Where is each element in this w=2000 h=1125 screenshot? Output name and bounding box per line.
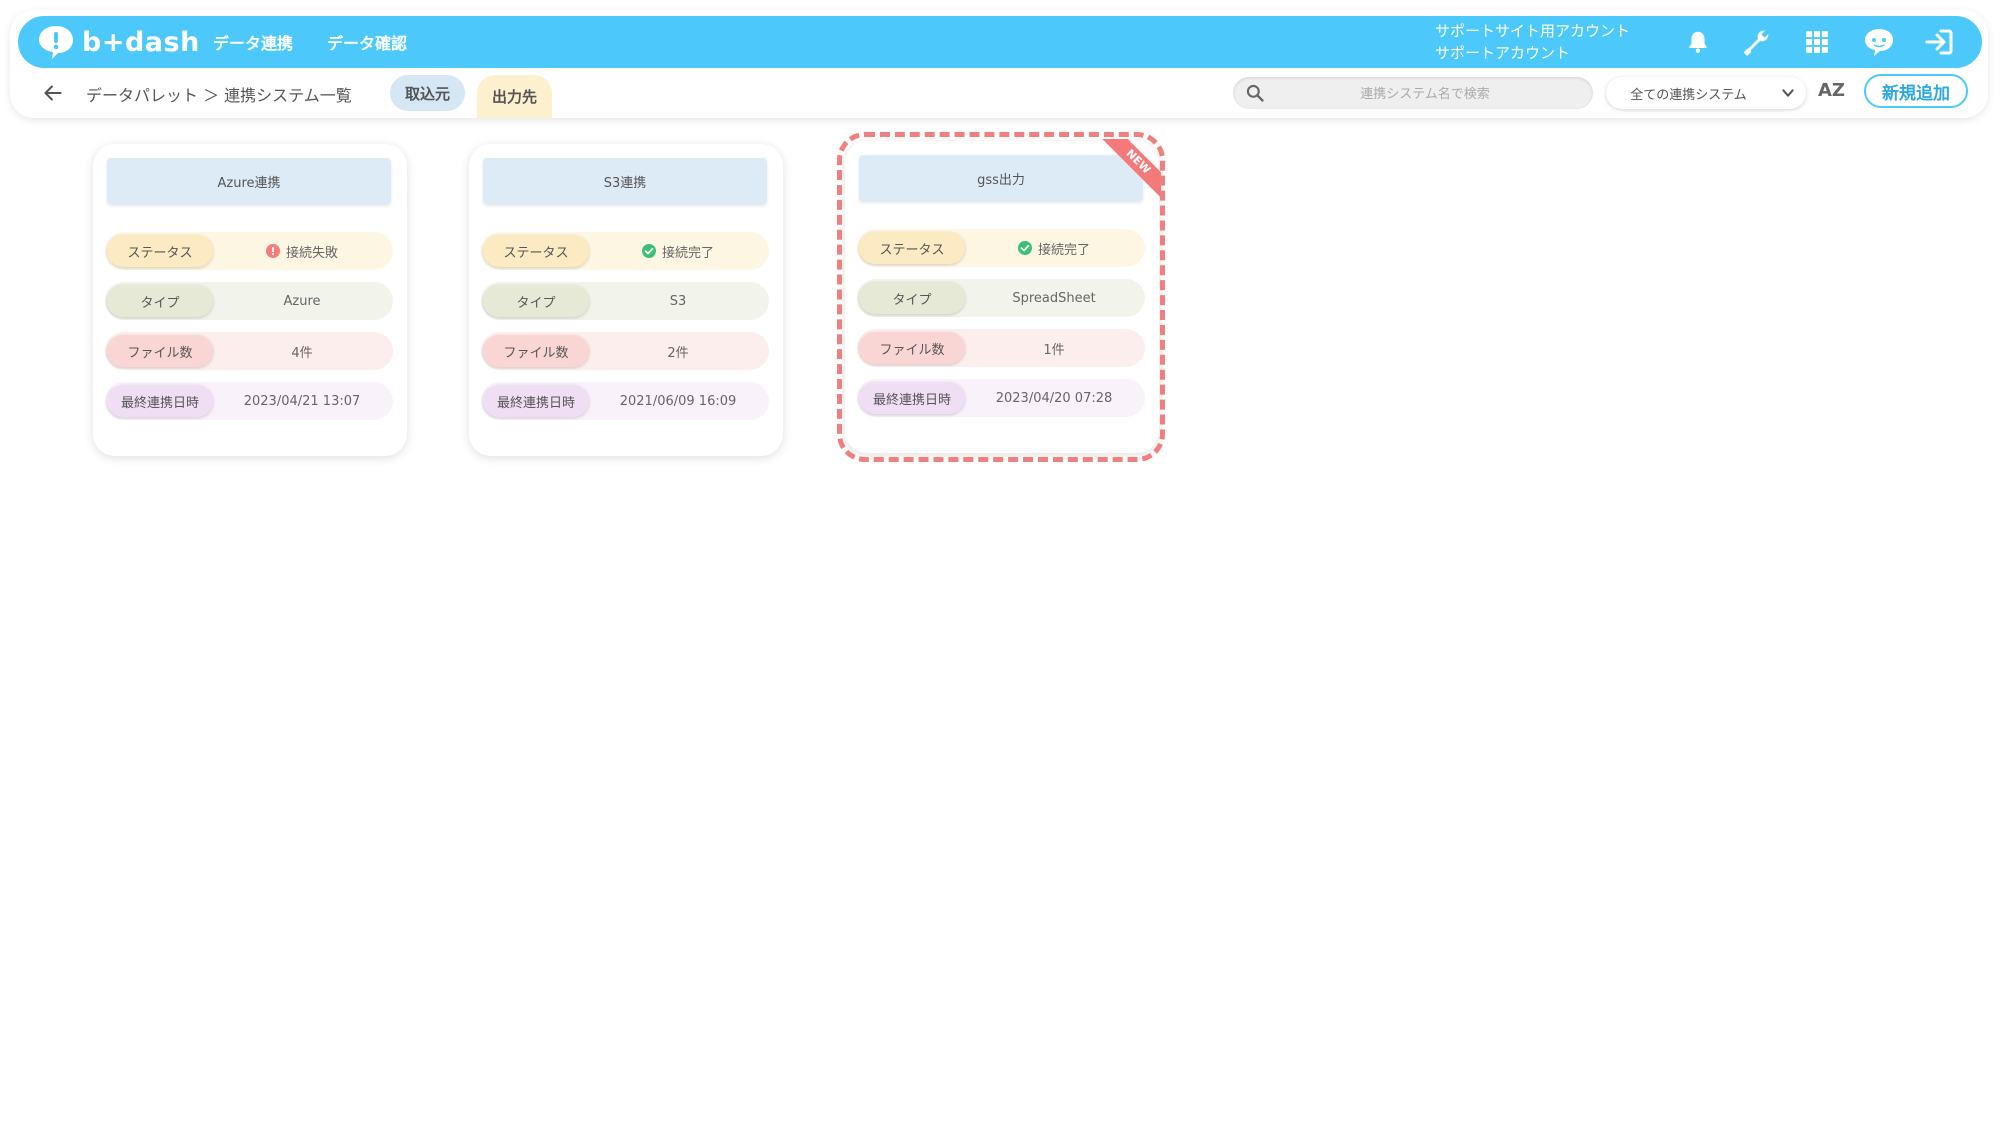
account-sub: サポートアカウント [1435,44,1571,62]
breadcrumb[interactable]: データパレット ＞ 連携システム一覧 [86,82,352,106]
type-row: タイプ S3 [481,282,769,320]
search-box [1233,77,1593,111]
account-info[interactable]: サポートサイト用アカウント サポートアカウント [1435,20,1630,64]
chat-bot-icon[interactable] [1861,24,1897,60]
last-sync-label: 最終連携日時 [859,382,965,414]
logout-icon[interactable] [1921,24,1957,60]
account-name: サポートサイト用アカウント [1435,22,1631,40]
tab-import-source[interactable]: 取込元 [390,75,466,111]
last-sync-value: 2023/04/20 07:28 [995,390,1113,406]
file-count-row: ファイル数 2件 [481,332,769,370]
last-sync-row: 最終連携日時 2021/06/09 16:09 [481,382,769,420]
back-arrow-icon[interactable] [40,80,66,106]
app-header: b+dash データ連携 データ確認 サポートサイト用アカウント サポートアカウ… [18,16,1982,68]
chevron-down-icon [1780,85,1796,101]
file-count-row: ファイル数 4件 [105,332,393,370]
type-row: タイプ SpreadSheet [857,279,1145,317]
file-count-label: ファイル数 [483,335,589,367]
system-filter-value: 全ての連携システム [1630,88,1747,103]
type-value: Azure [283,293,321,309]
apps-grid-icon[interactable] [1799,24,1835,60]
last-sync-value: 2023/04/21 13:07 [243,393,361,409]
file-count-row: ファイル数 1件 [857,329,1145,367]
search-input[interactable] [1273,77,1577,111]
status-row: ステータス 接続失敗 [105,232,393,270]
last-sync-row: 最終連携日時 2023/04/21 13:07 [105,382,393,420]
card-title: Azure連携 [107,158,391,204]
new-badge-text: NEW [1101,139,1161,199]
system-filter-select[interactable]: 全ての連携システム [1606,77,1806,109]
type-row: タイプ Azure [105,282,393,320]
status-text: 接続失敗 [285,245,338,261]
type-label: タイプ [107,285,213,317]
system-card[interactable]: S3連携 ステータス 接続完了 タイプ S3 ファイル数 2件 最終連携日時 2… [469,144,783,456]
search-icon [1245,83,1265,103]
status-value: 接続失敗 [217,232,387,270]
type-value: S3 [669,293,687,309]
nav-data-check[interactable]: データ確認 [327,16,407,68]
status-text: 接続完了 [1037,242,1090,258]
status-row: ステータス 接続完了 [857,229,1145,267]
system-card[interactable]: Azure連携 ステータス 接続失敗 タイプ Azure ファイル数 4件 最終… [93,144,407,456]
file-count-value: 2件 [667,345,689,361]
nav-data-integration[interactable]: データ連携 [213,16,293,68]
last-sync-value: 2021/06/09 16:09 [619,393,737,409]
last-sync-label: 最終連携日時 [483,385,589,417]
system-card[interactable]: gss出力 NEW ステータス 接続完了 タイプ SpreadSheet ファイ… [845,139,1161,453]
check-circle-icon [641,244,656,258]
sub-toolbar: データパレット ＞ 連携システム一覧 取込元 出力先 全ての連携システム AZ … [18,68,1982,118]
tab-output-destination[interactable]: 出力先 [477,75,553,118]
status-label: ステータス [859,232,965,264]
logo[interactable]: b+dash [36,22,200,62]
file-count-value: 4件 [291,345,313,361]
status-value: 接続完了 [969,229,1139,267]
status-text: 接続完了 [661,245,714,261]
sort-az-button[interactable]: AZ [1818,80,1845,101]
new-badge: NEW [1101,139,1161,199]
status-row: ステータス 接続完了 [481,232,769,270]
card-title: S3連携 [483,158,767,204]
bell-icon[interactable] [1680,24,1716,60]
error-icon [265,244,280,258]
file-count-label: ファイル数 [859,332,965,364]
last-sync-row: 最終連携日時 2023/04/20 07:28 [857,379,1145,417]
file-count-label: ファイル数 [107,335,213,367]
type-value: SpreadSheet [1012,290,1096,306]
type-label: タイプ [859,282,965,314]
status-value: 接続完了 [593,232,763,270]
wrench-icon[interactable] [1739,24,1775,60]
status-label: ステータス [483,235,589,267]
last-sync-label: 最終連携日時 [107,385,213,417]
check-circle-icon [1017,241,1032,255]
type-label: タイプ [483,285,589,317]
status-label: ステータス [107,235,213,267]
add-new-button[interactable]: 新規追加 [1864,74,1968,108]
logo-bubble-icon [36,22,76,62]
logo-text: b+dash [82,26,200,58]
file-count-value: 1件 [1043,342,1065,358]
